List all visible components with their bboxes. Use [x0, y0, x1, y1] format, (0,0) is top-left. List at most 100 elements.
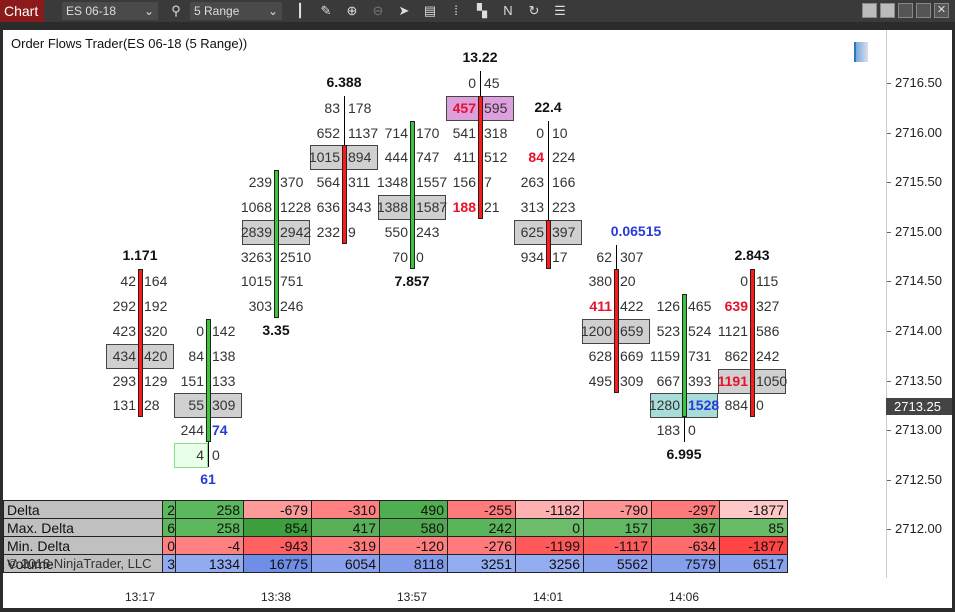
- data-box-icon[interactable]: ▤: [422, 3, 438, 19]
- bar-label: 0.06515: [610, 222, 662, 239]
- ask-volume: 242: [756, 347, 780, 364]
- stats-cell: 580: [379, 518, 448, 537]
- stats-cell: 0: [515, 518, 584, 537]
- stats-cell: 157: [583, 518, 652, 537]
- bid-volume: 434: [112, 347, 136, 364]
- chevron-down-icon: ⌄: [143, 4, 154, 18]
- navigation-arrow-icon[interactable]: [854, 42, 868, 62]
- candle-body: [342, 145, 347, 244]
- bid-volume: 550: [384, 223, 408, 240]
- bid-volume: 131: [112, 397, 136, 414]
- bid-volume: 263: [520, 174, 544, 191]
- bid-volume: 495: [588, 372, 612, 389]
- bar-label: 1.171: [122, 247, 158, 264]
- stats-row-label: Max. Delta: [3, 518, 163, 537]
- bid-volume: 0: [740, 273, 748, 290]
- bid-volume: 714: [384, 124, 408, 141]
- stats-cell: 8118: [379, 554, 448, 573]
- search-icon[interactable]: ⚲: [168, 3, 184, 19]
- candle-body: [478, 95, 483, 219]
- bid-volume: 303: [248, 298, 272, 315]
- bid-volume: 457: [452, 99, 476, 116]
- instrument-select[interactable]: ES 06-18 ⌄: [62, 2, 158, 20]
- ask-volume: 45: [484, 75, 500, 91]
- stats-cell: 3251: [447, 554, 516, 573]
- bid-volume: 183: [656, 422, 680, 439]
- price-label: 2714.50: [895, 273, 942, 289]
- bid-volume: 444: [384, 149, 408, 166]
- stats-cell: -120: [379, 536, 448, 555]
- tab-chart[interactable]: Chart: [0, 0, 44, 22]
- stats-row-label: Min. Delta: [3, 536, 163, 555]
- current-price-marker: 2713.25: [886, 398, 952, 415]
- candle-body: [274, 170, 279, 319]
- strategy-icon[interactable]: N: [500, 3, 516, 19]
- bars-icon[interactable]: ┃: [292, 3, 308, 19]
- period-select[interactable]: 5 Range ⌄: [190, 2, 282, 20]
- templates-icon[interactable]: ▚: [474, 3, 490, 19]
- tile-icon[interactable]: [862, 3, 877, 18]
- properties-icon[interactable]: ⁞: [448, 3, 464, 19]
- list-icon[interactable]: ☰: [552, 3, 568, 19]
- tile-icon[interactable]: [880, 3, 895, 18]
- bid-volume: 83: [324, 99, 340, 116]
- stats-cell: 258: [175, 500, 244, 519]
- bid-volume: 625: [520, 223, 544, 240]
- stats-cell: -679: [243, 500, 312, 519]
- ask-volume: 224: [552, 149, 576, 166]
- bid-volume: 411: [589, 298, 612, 315]
- bid-volume: 1348: [376, 174, 408, 191]
- bid-volume: 293: [112, 372, 136, 389]
- price-tick: [887, 132, 891, 134]
- chart-title: Order Flows Trader(ES 06-18 (5 Range)): [11, 36, 248, 51]
- stats-cell: -297: [651, 500, 720, 519]
- minimize-button[interactable]: [898, 3, 913, 18]
- bid-volume: 636: [316, 199, 340, 215]
- bid-volume: 862: [724, 347, 748, 364]
- ask-volume: 0: [756, 397, 764, 414]
- price-tick: [887, 281, 891, 283]
- bid-volume: 70: [392, 248, 408, 265]
- bid-volume: 188: [452, 199, 476, 215]
- bid-volume: 1015: [240, 273, 272, 290]
- bid-volume: 2839: [240, 223, 272, 240]
- ask-volume: 20: [620, 273, 636, 290]
- price-label: 2715.00: [895, 223, 942, 239]
- price-label: 2714.00: [895, 323, 942, 338]
- time-label: 14:06: [668, 590, 700, 604]
- ask-volume: 133: [212, 372, 236, 389]
- stats-cell: -1877: [719, 500, 788, 519]
- zoom-out-icon[interactable]: ⊖: [370, 3, 386, 19]
- bid-volume: 151: [180, 372, 204, 389]
- ask-volume: 327: [756, 298, 780, 315]
- bid-volume: 313: [520, 199, 544, 215]
- stats-cell: -943: [243, 536, 312, 555]
- pencil-icon[interactable]: ✎: [318, 3, 334, 19]
- ask-volume: 243: [416, 223, 440, 240]
- stats-cell: -310: [311, 500, 380, 519]
- price-label: 2716.00: [895, 124, 942, 140]
- bid-volume: 3263: [240, 248, 272, 265]
- bid-volume: 1068: [240, 199, 272, 215]
- pointer-icon[interactable]: ➤: [396, 3, 412, 19]
- price-tick: [887, 380, 891, 382]
- bid-volume: 126: [656, 298, 680, 315]
- ask-volume: 10: [552, 124, 568, 141]
- bid-volume: 541: [452, 124, 476, 141]
- price-label: 2712.00: [895, 521, 942, 537]
- maximize-button[interactable]: [916, 3, 931, 18]
- price-axis[interactable]: 2716.50 2716.00 2715.50 2715.00 2714.50 2714.…: [886, 30, 952, 578]
- ask-volume: 751: [280, 273, 304, 290]
- zoom-in-icon[interactable]: ⊕: [344, 3, 360, 19]
- bid-volume: 1121: [717, 323, 748, 339]
- reload-icon[interactable]: ↻: [526, 3, 542, 19]
- bid-volume: 62: [596, 248, 612, 265]
- stats-cell: 490: [379, 500, 448, 519]
- bid-volume: 1388: [376, 199, 408, 215]
- stats-partial-cell: 0: [162, 536, 176, 555]
- close-button[interactable]: ✕: [934, 3, 949, 18]
- ask-volume: 223: [552, 199, 576, 215]
- bid-volume: 884: [724, 397, 748, 414]
- stats-row: Min. Delta 0 -4 -943 -319 -120 -276 -1199 -1117-…: [3, 536, 788, 555]
- bid-volume: 934: [520, 248, 544, 265]
